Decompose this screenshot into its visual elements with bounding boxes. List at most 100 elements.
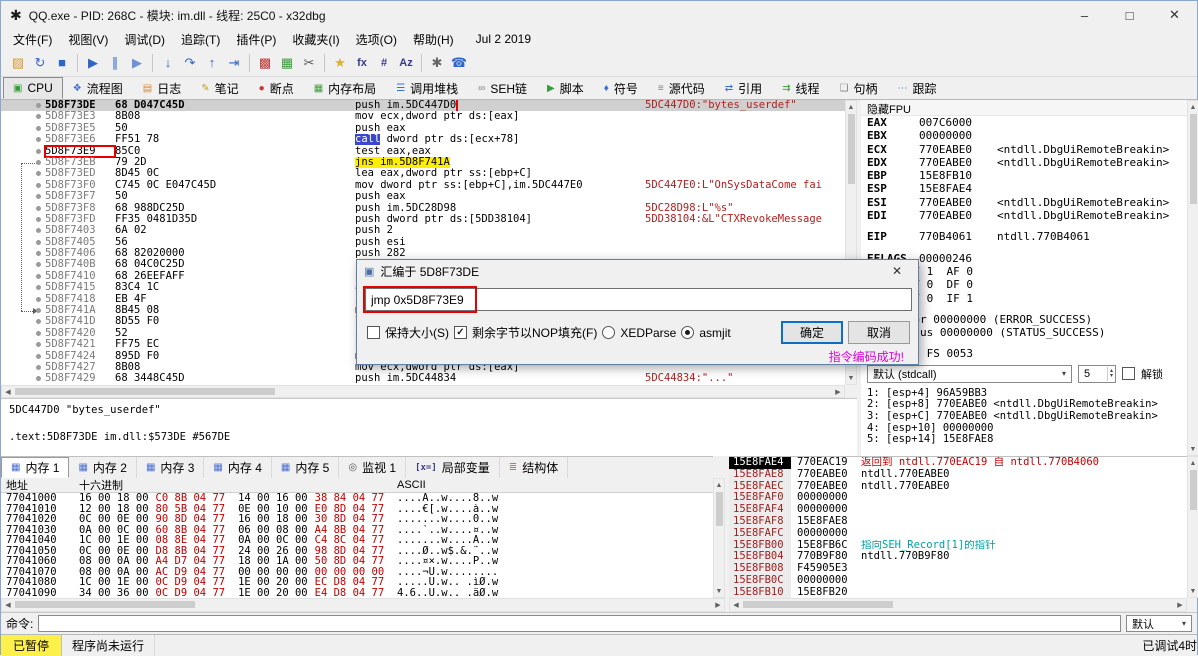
tab-script[interactable]: ▶ 脚本: [537, 77, 594, 99]
register-row[interactable]: EBX 00000000: [861, 129, 1187, 142]
breakpoint-gutter[interactable]: [1, 146, 45, 157]
tab-memory2[interactable]: ▦ 内存 2: [69, 457, 137, 478]
tab-locals[interactable]: [x=] 局部变量: [406, 457, 500, 478]
memory-row[interactable]: 77041080 1C 00 1E 00 0C D9 04 77 1E 00 20 0…: [1, 577, 713, 588]
memory-vertical-scrollbar[interactable]: ▲ ▼: [713, 478, 725, 598]
az-icon[interactable]: Az: [395, 52, 417, 74]
breakpoint-gutter[interactable]: [1, 168, 45, 179]
scissors-icon[interactable]: ✂: [298, 52, 320, 74]
tab-cpu[interactable]: ▣ CPU: [3, 77, 63, 99]
memory-row[interactable]: 77041000 16 00 18 00 C0 8B 04 77 14 00 16 0…: [1, 493, 713, 504]
hide-fpu-toggle[interactable]: 隐藏FPU: [861, 100, 1187, 116]
scroll-right-icon[interactable]: ▶: [712, 599, 724, 611]
tab-log[interactable]: ▤ 日志: [133, 77, 191, 99]
stack-row[interactable]: 15E8FAE8 770EABE0 ntdll.770EABE0: [729, 468, 1187, 481]
register-row[interactable]: EIP 770B4061 ntdll.770B4061: [861, 230, 1187, 243]
register-row[interactable]: ESP 15E8FAE4: [861, 182, 1187, 195]
file-menu[interactable]: 文件(F): [5, 29, 60, 50]
favourites-icon[interactable]: ★: [329, 52, 351, 74]
help-menu[interactable]: 帮助(H): [405, 29, 462, 50]
pause-icon[interactable]: ∥: [104, 52, 126, 74]
argument-row[interactable]: 4: [esp+10] 00000000: [861, 423, 1187, 435]
breakpoint-gutter[interactable]: [1, 134, 45, 145]
memory-row[interactable]: 77041040 1C 00 1E 00 08 8E 04 77 0A 00 0C 0…: [1, 535, 713, 546]
scroll-up-icon[interactable]: ▲: [714, 479, 724, 491]
breakpoint-gutter[interactable]: [1, 294, 45, 305]
stack-row[interactable]: 15E8FAFC 00000000: [729, 527, 1187, 540]
scroll-down-icon[interactable]: ▼: [714, 585, 724, 597]
tab-trace[interactable]: ⋯ 跟踪: [888, 77, 947, 99]
favourites-menu[interactable]: 收藏夹(I): [284, 29, 347, 50]
memory-map-icon[interactable]: ▦: [276, 52, 298, 74]
scroll-left-icon[interactable]: ◀: [2, 599, 14, 611]
scrollbar-thumb[interactable]: [716, 492, 723, 526]
scrollbar-thumb[interactable]: [1190, 470, 1197, 510]
tab-call-stack[interactable]: ☰ 调用堆栈: [386, 77, 468, 99]
tab-references[interactable]: ⇄ 引用: [715, 77, 772, 99]
tab-memory1[interactable]: ▦ 内存 1: [1, 457, 70, 478]
debug-menu[interactable]: 调试(D): [116, 29, 173, 50]
command-input[interactable]: [38, 615, 1121, 632]
scroll-down-icon[interactable]: ▼: [1188, 443, 1198, 455]
scroll-up-icon[interactable]: ▲: [1188, 457, 1198, 469]
maximize-button[interactable]: □: [1107, 1, 1152, 29]
tab-memory3[interactable]: ▦ 内存 3: [137, 457, 205, 478]
argument-count-spinner[interactable]: 5 ▴ ▾: [1078, 364, 1116, 383]
minimize-button[interactable]: –: [1062, 1, 1107, 29]
scrollbar-thumb[interactable]: [1190, 114, 1197, 204]
memory-horizontal-scrollbar[interactable]: ◀ ▶: [1, 598, 725, 612]
breakpoint-gutter[interactable]: [1, 316, 45, 327]
tab-threads[interactable]: ⇉ 线程: [772, 77, 829, 99]
scroll-down-icon[interactable]: ▼: [846, 372, 856, 384]
breakpoint-gutter[interactable]: [1, 339, 45, 350]
restart-icon[interactable]: ↻: [29, 52, 51, 74]
disasm-row[interactable]: 5D8F7429 68 3448C45D push im.5DC44834 5DC44…: [1, 372, 845, 384]
breakpoint-gutter[interactable]: [1, 351, 45, 362]
argument-row[interactable]: 5: [esp+14] 15E8FAE8: [861, 434, 1187, 446]
tab-struct[interactable]: ≣ 结构体: [500, 457, 569, 478]
tab-source[interactable]: ≡ 源代码: [648, 77, 715, 99]
ok-button[interactable]: 确定: [781, 321, 843, 344]
breakpoint-gutter[interactable]: [1, 111, 45, 122]
stop-icon[interactable]: ■: [51, 52, 73, 74]
settings-gear-icon[interactable]: ✱: [426, 52, 448, 74]
command-profile-select[interactable]: 默认 ▾: [1126, 615, 1192, 632]
scroll-right-icon[interactable]: ▶: [1174, 599, 1186, 611]
trace-menu[interactable]: 追踪(T): [173, 29, 228, 50]
register-row[interactable]: EDX 770EABE0 <ntdll.DbgUiRemoteBreakin>: [861, 156, 1187, 169]
run-alt-icon[interactable]: ▶: [126, 52, 148, 74]
stack-row[interactable]: 15E8FAF8 15E8FAE8: [729, 515, 1187, 528]
dialog-titlebar[interactable]: ▣ 汇编于 5D8F73DE ✕: [357, 260, 918, 282]
register-row[interactable]: EBP 15E8FB10: [861, 169, 1187, 182]
tab-notes[interactable]: ✎ 笔记: [191, 77, 248, 99]
tab-memory5[interactable]: ▦ 内存 5: [272, 457, 340, 478]
breakpoint-gutter[interactable]: [1, 328, 45, 339]
breakpoint-gutter[interactable]: [1, 271, 45, 282]
step-over-icon[interactable]: ↷: [179, 52, 201, 74]
scrollbar-thumb[interactable]: [15, 388, 275, 395]
nop-fill-checkbox[interactable]: ✓: [454, 326, 467, 339]
memory-row[interactable]: 77041020 0C 00 0E 00 90 8D 04 77 16 00 18 0…: [1, 514, 713, 525]
tab-memory4[interactable]: ▦ 内存 4: [204, 457, 272, 478]
dialog-close-button[interactable]: ✕: [883, 264, 911, 278]
calling-convention-select[interactable]: 默认 (stdcall) ▾: [867, 364, 1072, 383]
breakpoint-gutter[interactable]: [1, 180, 45, 191]
register-row[interactable]: EAX 007C6000: [861, 116, 1187, 129]
scrollbar-thumb[interactable]: [15, 601, 195, 608]
run-to-cursor-icon[interactable]: ⇥: [223, 52, 245, 74]
disasm-row[interactable]: 5D8F73E6 FF51 78 call dword ptr ds:[ecx+78…: [1, 133, 845, 146]
tab-symbols[interactable]: ♦ 符号: [594, 77, 648, 99]
assembly-input[interactable]: [365, 288, 912, 311]
disasm-row[interactable]: 5D8F7403 6A 02 push 2: [1, 224, 845, 236]
tab-watch1[interactable]: ◎ 监视 1: [339, 457, 407, 478]
breakpoint-gutter[interactable]: [1, 305, 45, 316]
breakpoint-gutter[interactable]: [1, 203, 45, 214]
scroll-left-icon[interactable]: ◀: [730, 599, 742, 611]
tab-breakpoints[interactable]: ● 断点: [249, 77, 304, 99]
scroll-up-icon[interactable]: ▲: [1188, 101, 1198, 113]
options-menu[interactable]: 选项(O): [348, 29, 405, 50]
breakpoint-gutter[interactable]: [1, 237, 45, 248]
open-file-icon[interactable]: ▨: [7, 52, 29, 74]
scroll-left-icon[interactable]: ◀: [2, 386, 14, 397]
tab-handles[interactable]: ❏ 句柄: [830, 77, 888, 99]
